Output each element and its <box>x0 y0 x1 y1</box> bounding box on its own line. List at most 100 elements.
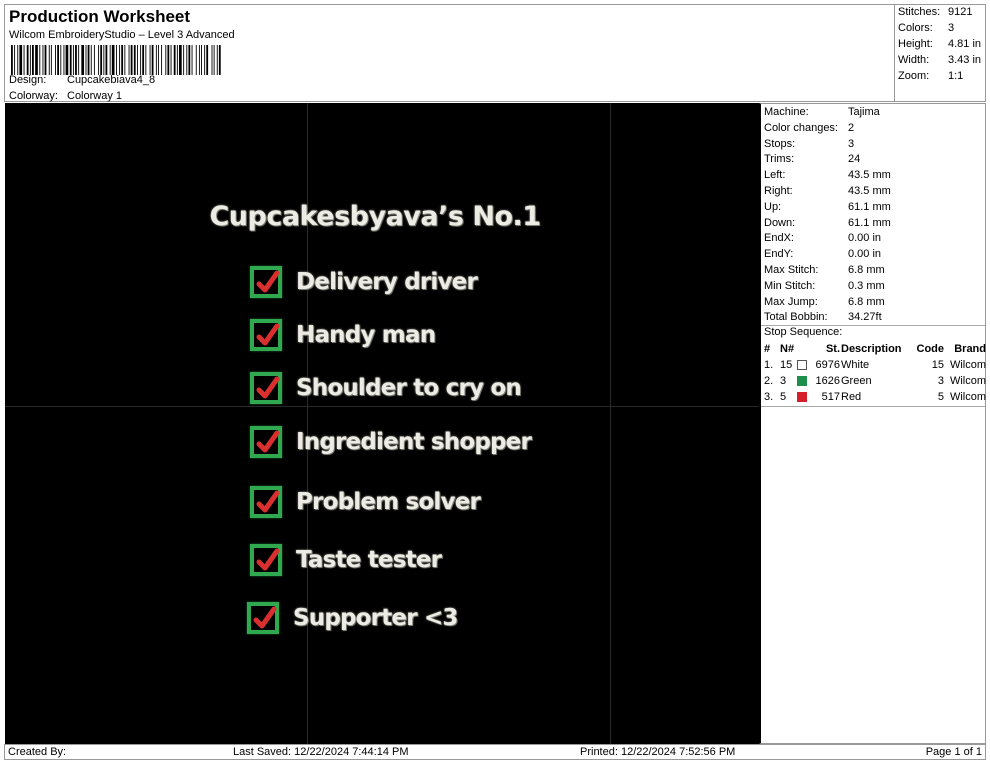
barcode-bar <box>128 45 130 75</box>
height-row: Height: 4.81 in <box>898 38 981 50</box>
barcode-bar <box>183 45 185 75</box>
barcode-bar <box>186 45 188 75</box>
barcode-bar <box>60 45 62 75</box>
info-label: Color changes: <box>764 121 838 134</box>
info-value: 43.5 mm <box>848 185 891 197</box>
needle-number: 3 <box>780 375 787 387</box>
checklist-item-label: Ingredient shopper <box>296 429 532 455</box>
barcode-bar <box>158 45 159 75</box>
barcode-bar <box>81 45 85 75</box>
info-value: 3 <box>848 137 855 150</box>
color-code: 3 <box>937 375 944 387</box>
zoom-label: Zoom: <box>898 70 930 82</box>
machine-info-row: Up: 61.1 mm <box>764 201 891 217</box>
stop-sequence-row: 2. 3 1626 Green 3 Wilcom <box>764 375 986 391</box>
barcode-bar <box>155 45 157 75</box>
info-label: Up: <box>764 200 782 213</box>
color-code: 15 <box>931 359 944 371</box>
barcode-bar <box>100 45 103 75</box>
barcode-bar <box>93 45 95 75</box>
info-value: 0.3 mm <box>848 279 885 292</box>
info-value: 0.00 in <box>848 232 882 245</box>
barcode-bar <box>137 45 138 75</box>
stitch-count: 517 <box>821 391 840 403</box>
barcode-bar <box>85 45 87 75</box>
barcode-bar <box>201 45 202 75</box>
barcode-bar <box>211 45 213 75</box>
colors-value: 3 <box>948 22 955 34</box>
barcode-bar <box>39 45 41 75</box>
barcode-bar <box>23 45 25 75</box>
stitch-count: 1626 <box>815 375 840 387</box>
checkbox-icon <box>247 602 279 634</box>
stop-index: 1. <box>764 359 774 371</box>
barcode-bar <box>188 45 191 75</box>
barcode-bar <box>87 45 90 75</box>
barcode-bar <box>173 45 176 75</box>
checklist-item: Delivery driver <box>250 262 478 302</box>
created-by: Created By: <box>8 746 67 758</box>
info-value: 43.5 mm <box>848 169 891 182</box>
divider <box>761 406 985 407</box>
barcode-bar <box>42 45 44 75</box>
worksheet-footer: Created By: Last Saved: 12/22/2024 7:44:… <box>4 744 986 760</box>
barcode-bar <box>17 45 19 75</box>
info-label: Total Bobbin: <box>764 311 828 324</box>
barcode-bar <box>19 45 23 75</box>
info-value: 0.00 in <box>848 248 882 261</box>
info-label: Stops: <box>764 137 796 150</box>
color-description: Red <box>841 391 862 403</box>
barcode-bar <box>124 45 126 75</box>
checkbox-icon <box>250 266 282 298</box>
barcode-bar <box>57 45 59 75</box>
checkmark-icon <box>253 606 277 629</box>
colorway-label: Colorway: <box>9 90 58 102</box>
design-value: Cupcakebiava4_8 <box>67 74 156 86</box>
stop-sequence-row: 1. 15 6976 White 15 Wilcom <box>764 359 986 375</box>
checklist-item: Supporter <3 <box>247 598 458 638</box>
info-value: 2 <box>848 121 855 134</box>
col-needle-header: N# <box>780 343 795 355</box>
stop-index: 2. <box>764 375 774 387</box>
col-num-header: # <box>764 343 771 355</box>
barcode-bar <box>140 45 142 75</box>
barcode-bar <box>35 45 38 75</box>
checklist-item-label: Supporter <3 <box>293 605 458 631</box>
design-title-text: Cupcakesbyava’s No.1 <box>209 201 541 232</box>
checkmark-icon <box>256 376 280 399</box>
stitches-row: Stitches: 9121 <box>898 6 972 18</box>
checkmark-icon <box>256 323 280 346</box>
barcode-bar <box>69 45 72 75</box>
info-value: 61.1 mm <box>848 216 891 229</box>
barcode-bar <box>165 45 167 75</box>
needle-number: 15 <box>780 359 793 371</box>
thread-brand: Wilcom <box>949 375 986 387</box>
color-description: Green <box>841 375 872 387</box>
barcode-bar <box>216 45 218 75</box>
checkbox-icon <box>250 544 282 576</box>
barcode-bar <box>14 45 16 75</box>
barcode-bar <box>26 45 29 75</box>
machine-info-row: Min Stitch: 0.3 mm <box>764 280 885 296</box>
software-name: Wilcom EmbroideryStudio – Level 3 Advanc… <box>9 29 235 41</box>
colorway-row: Colorway: Colorway 1 <box>9 90 122 102</box>
barcode-bar <box>204 45 206 75</box>
machine-info-row: Stops: 3 <box>764 138 854 154</box>
page-title: Production Worksheet <box>9 7 191 26</box>
info-value: 6.8 mm <box>848 295 885 308</box>
machine-info-row: Down: 61.1 mm <box>764 217 891 233</box>
checklist-item-label: Problem solver <box>296 489 481 515</box>
checklist-item: Taste tester <box>250 540 442 580</box>
design-summary: Stitches: 9121 Colors: 3 Height: 4.81 in Wi… <box>894 4 986 102</box>
barcode-bar <box>50 45 52 75</box>
height-value: 4.81 in <box>948 38 982 50</box>
checklist-item: Handy man <box>250 315 436 355</box>
zoom-row: Zoom: 1:1 <box>898 70 963 82</box>
color-swatch-icon <box>797 392 807 402</box>
design-preview: Cupcakesbyava’s No.1 Delivery driver Hand… <box>5 103 759 744</box>
color-swatch-icon <box>797 360 807 370</box>
barcode-bar <box>133 45 136 75</box>
barcode-bar <box>142 45 145 75</box>
info-label: EndY: <box>764 248 794 261</box>
col-stitches-header: St. <box>825 343 840 355</box>
